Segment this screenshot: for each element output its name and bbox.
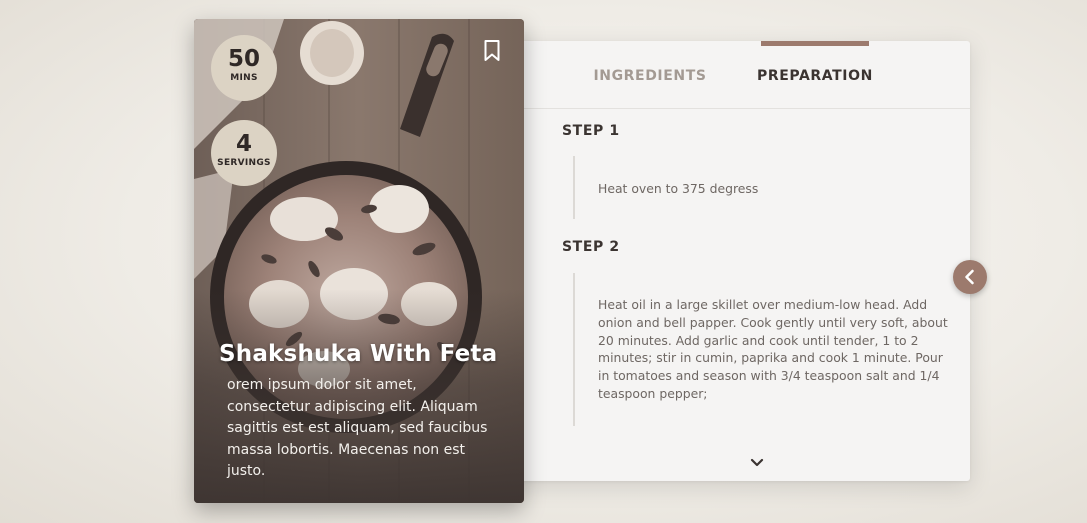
servings-unit: SERVINGS [217, 158, 271, 168]
step-2-divider [573, 273, 575, 426]
recipe-details-panel: INGREDIENTS PREPARATION STEP 1 Heat oven… [505, 41, 970, 481]
step-1-divider [573, 156, 575, 219]
chevron-down-icon [750, 458, 764, 467]
tab-bar: INGREDIENTS PREPARATION [505, 41, 970, 109]
bookmark-icon [484, 40, 500, 61]
time-value: 50 [227, 46, 260, 72]
recipe-card: 50 MINS 4 SERVINGS Shakshuka With Feta o… [194, 19, 524, 503]
step-1-title: STEP 1 [562, 123, 620, 139]
servings-value: 4 [235, 131, 252, 157]
step-2-title: STEP 2 [562, 239, 620, 255]
step-2-text: Heat oil in a large skillet over medium-… [598, 297, 948, 401]
step-1-text: Heat oven to 375 degress [598, 181, 759, 196]
recipe-title: Shakshuka With Feta [219, 341, 498, 367]
scroll-down-button[interactable] [747, 455, 767, 471]
chevron-left-icon [965, 269, 974, 285]
tab-preparation[interactable]: PREPARATION [757, 41, 872, 108]
recipe-description: orem ipsum dolor sit amet, consectetur a… [227, 377, 488, 480]
time-unit: MINS [230, 73, 258, 83]
previous-button[interactable] [953, 260, 987, 294]
time-badge: 50 MINS [211, 35, 277, 101]
bookmark-button[interactable] [483, 39, 501, 63]
servings-badge: 4 SERVINGS [211, 120, 277, 186]
tab-ingredients[interactable]: INGREDIENTS [585, 41, 715, 108]
